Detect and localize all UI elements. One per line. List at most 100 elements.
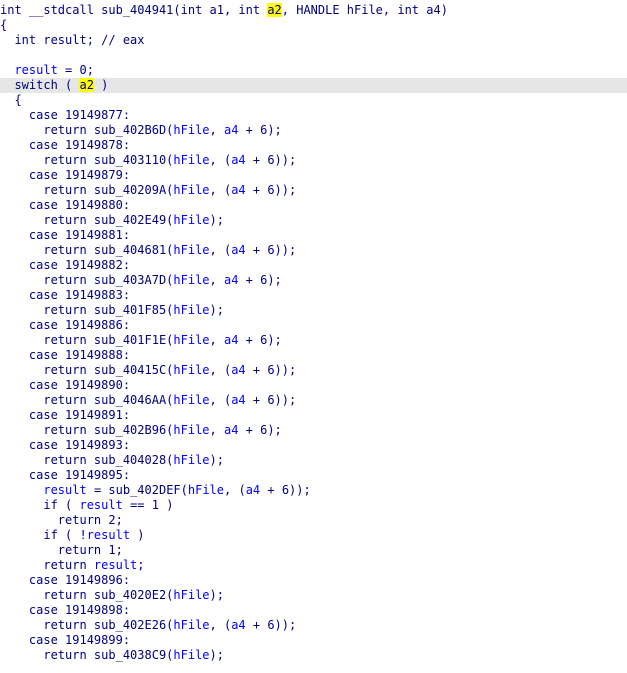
code-token[interactable]: case 19149880: — [0, 198, 130, 212]
code-variable[interactable]: result — [14, 63, 57, 77]
code-variable[interactable]: hFile — [173, 453, 209, 467]
code-token[interactable]: return sub_402B6D( — [0, 123, 173, 137]
code-token[interactable]: == 1 ) — [123, 498, 173, 512]
code-variable[interactable]: a4 — [231, 363, 245, 377]
code-variable[interactable]: hFile — [173, 648, 209, 662]
code-token[interactable]: case 19149882: — [0, 258, 130, 272]
code-token[interactable]: , ( — [210, 363, 232, 377]
code-token[interactable]: case 19149877: — [0, 108, 130, 122]
code-line[interactable]: return 1; — [0, 543, 627, 558]
code-token[interactable]: case 19149881: — [0, 228, 130, 242]
code-token[interactable]: + 6)); — [246, 153, 296, 167]
code-line[interactable]: case 19149877: — [0, 108, 627, 123]
code-token[interactable]: ) — [130, 528, 144, 542]
code-token[interactable]: return sub_403110( — [0, 153, 173, 167]
code-token[interactable]: ); — [210, 453, 224, 467]
code-line[interactable]: return sub_4046AA(hFile, (a4 + 6)); — [0, 393, 627, 408]
code-line[interactable]: case 19149890: — [0, 378, 627, 393]
code-variable[interactable]: hFile — [173, 363, 209, 377]
code-line[interactable]: return result; — [0, 558, 627, 573]
code-variable[interactable]: result — [94, 558, 137, 572]
code-token[interactable]: , ( — [210, 183, 232, 197]
code-token[interactable]: case 19149893: — [0, 438, 130, 452]
code-line[interactable]: case 19149898: — [0, 603, 627, 618]
code-token[interactable]: , ( — [210, 153, 232, 167]
code-variable[interactable]: a4 — [231, 153, 245, 167]
code-token[interactable]: { — [0, 18, 7, 32]
code-token[interactable]: case 19149883: — [0, 288, 130, 302]
code-token[interactable]: int __stdcall sub_404941(int a1, int — [0, 3, 267, 17]
code-token[interactable]: , ( — [210, 618, 232, 632]
code-token[interactable]: + 6)); — [246, 363, 296, 377]
code-token[interactable]: case 19149890: — [0, 378, 130, 392]
code-line[interactable]: case 19149882: — [0, 258, 627, 273]
code-variable[interactable]: result — [87, 528, 130, 542]
code-token[interactable]: + 6)); — [246, 243, 296, 257]
code-variable[interactable]: hFile — [173, 588, 209, 602]
code-token[interactable]: if ( ! — [0, 528, 86, 542]
code-token[interactable]: return sub_404028( — [0, 453, 173, 467]
code-variable[interactable]: a4 — [231, 618, 245, 632]
code-variable[interactable]: a4 — [231, 183, 245, 197]
code-token[interactable]: + 6)); — [246, 393, 296, 407]
code-line[interactable]: case 19149879: — [0, 168, 627, 183]
code-token[interactable] — [0, 483, 43, 497]
code-line[interactable]: return sub_404028(hFile); — [0, 453, 627, 468]
code-variable[interactable]: hFile — [173, 183, 209, 197]
code-token[interactable]: return sub_404681( — [0, 243, 173, 257]
code-token[interactable]: case 19149878: — [0, 138, 130, 152]
code-line[interactable]: return sub_403A7D(hFile, a4 + 6); — [0, 273, 627, 288]
code-token[interactable]: return sub_40209A( — [0, 183, 173, 197]
code-token[interactable]: , ( — [210, 243, 232, 257]
code-line[interactable]: return sub_403110(hFile, (a4 + 6)); — [0, 153, 627, 168]
code-line[interactable]: case 19149895: — [0, 468, 627, 483]
pseudocode-view[interactable]: int __stdcall sub_404941(int a1, int a2,… — [0, 0, 627, 673]
code-line[interactable]: case 19149891: — [0, 408, 627, 423]
code-line[interactable]: return sub_401F85(hFile); — [0, 303, 627, 318]
code-variable[interactable]: hFile — [173, 303, 209, 317]
code-line[interactable]: return sub_402E26(hFile, (a4 + 6)); — [0, 618, 627, 633]
code-token[interactable]: return sub_40415C( — [0, 363, 173, 377]
code-token[interactable]: return sub_401F85( — [0, 303, 173, 317]
code-line[interactable]: return 2; — [0, 513, 627, 528]
code-line[interactable]: result = sub_402DEF(hFile, (a4 + 6)); — [0, 483, 627, 498]
code-token[interactable]: return 2; — [0, 513, 123, 527]
code-variable[interactable]: hFile — [173, 423, 209, 437]
code-line[interactable]: return sub_40209A(hFile, (a4 + 6)); — [0, 183, 627, 198]
code-line[interactable]: case 19149883: — [0, 288, 627, 303]
code-line[interactable]: return sub_4020E2(hFile); — [0, 588, 627, 603]
highlighted-identifier[interactable]: a2 — [267, 3, 282, 17]
code-variable[interactable]: hFile — [173, 123, 209, 137]
code-line[interactable]: if ( !result ) — [0, 528, 627, 543]
code-token[interactable]: return sub_402E26( — [0, 618, 173, 632]
code-token[interactable]: ); — [210, 648, 224, 662]
code-line[interactable]: case 19149886: — [0, 318, 627, 333]
code-token[interactable]: , — [210, 333, 224, 347]
code-line[interactable]: case 19149878: — [0, 138, 627, 153]
code-token[interactable]: case 19149888: — [0, 348, 130, 362]
code-token[interactable]: , — [210, 273, 224, 287]
code-line[interactable]: return sub_404681(hFile, (a4 + 6)); — [0, 243, 627, 258]
code-token[interactable]: return sub_4046AA( — [0, 393, 173, 407]
code-token[interactable]: ); — [210, 588, 224, 602]
code-line[interactable]: return sub_40415C(hFile, (a4 + 6)); — [0, 363, 627, 378]
code-line[interactable] — [0, 48, 627, 63]
code-token[interactable]: ); — [210, 303, 224, 317]
code-token[interactable]: int result; // eax — [0, 33, 144, 47]
code-token[interactable]: , ( — [224, 483, 246, 497]
code-line[interactable]: case 19149880: — [0, 198, 627, 213]
code-token[interactable]: case 19149896: — [0, 573, 130, 587]
code-variable[interactable]: result — [79, 498, 122, 512]
code-token[interactable]: return — [0, 558, 94, 572]
code-token[interactable]: ; — [137, 558, 144, 572]
code-variable[interactable]: a4 — [231, 243, 245, 257]
code-token[interactable]: return 1; — [0, 543, 123, 557]
code-token[interactable]: , — [210, 423, 224, 437]
code-token[interactable]: case 19149879: — [0, 168, 130, 182]
code-token[interactable]: + 6); — [238, 273, 282, 287]
code-line[interactable]: int result; // eax — [0, 33, 627, 48]
code-variable[interactable]: hFile — [173, 333, 209, 347]
code-line[interactable]: case 19149888: — [0, 348, 627, 363]
code-token[interactable]: , ( — [210, 393, 232, 407]
code-variable[interactable]: hFile — [173, 153, 209, 167]
